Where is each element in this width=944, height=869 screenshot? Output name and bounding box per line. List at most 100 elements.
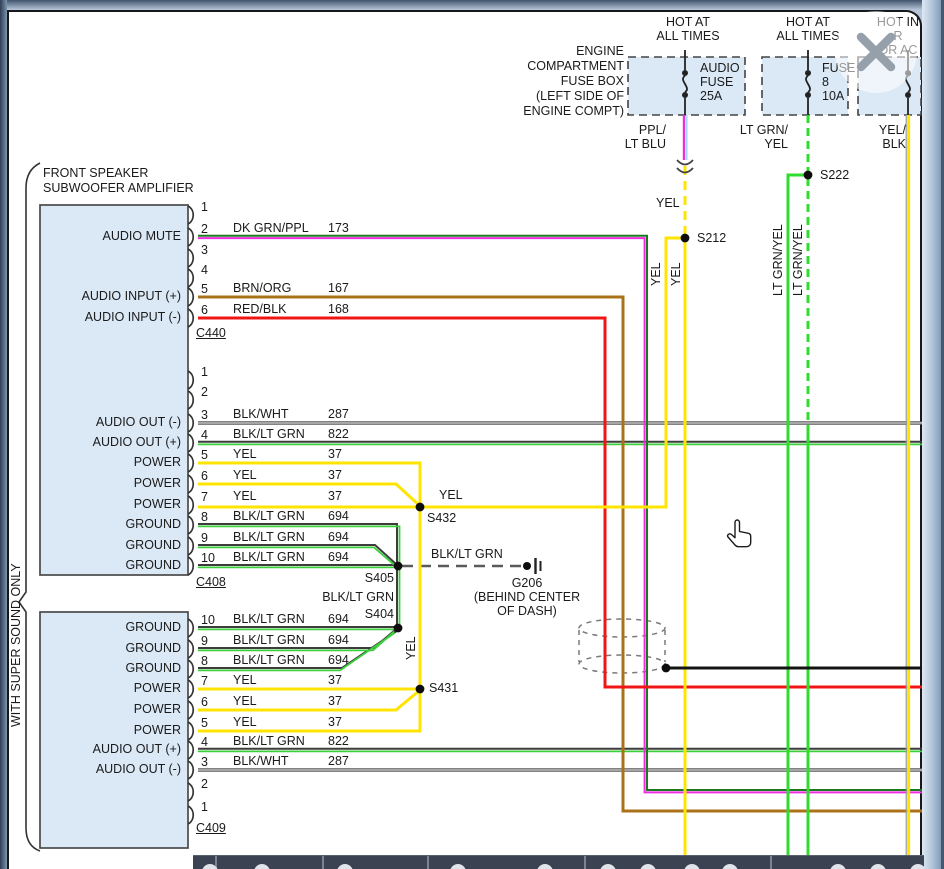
toolbar-icon[interactable] <box>450 864 466 869</box>
toolbar-icon[interactable] <box>830 864 846 869</box>
pin-function: GROUND <box>40 538 181 552</box>
toolbar-icon[interactable] <box>337 864 353 869</box>
screen: HOT AT ALL TIMES HOT AT ALL TIMES HOT IN… <box>0 0 944 869</box>
pin-function: AUDIO OUT (+) <box>40 435 181 449</box>
fuse-box-label: ENGINE COMPARTMENT FUSE BOX (LEFT SIDE O… <box>500 44 624 119</box>
toolbar-icon[interactable] <box>910 864 924 869</box>
pin-number: 2 <box>201 777 208 791</box>
pin-number: 5 <box>201 448 208 462</box>
wire-color: BLK/LT GRN <box>233 734 305 748</box>
toolbar-separator <box>322 856 324 869</box>
circuit-number: 694 <box>328 530 349 544</box>
wire-color: BLK/LT GRN <box>233 530 305 544</box>
circuit-number: 822 <box>328 427 349 441</box>
wire-color: BLK/WHT <box>233 754 289 768</box>
pin-function: POWER <box>40 681 181 695</box>
circuit-number: 287 <box>328 754 349 768</box>
fuse-1-label: AUDIO FUSE 25A <box>700 61 740 103</box>
wire-label-lt-grn-yel-v2: LT GRN/YEL <box>791 212 805 296</box>
pin-function: POWER <box>40 702 181 716</box>
pin-function: AUDIO OUT (+) <box>40 742 181 756</box>
circuit-number: 694 <box>328 633 349 647</box>
pin-function: GROUND <box>40 620 181 634</box>
wire-color: YEL <box>233 468 257 482</box>
toolbar-separator <box>770 856 772 869</box>
wire-color: YEL <box>233 715 257 729</box>
wire-label-yel-v2: YEL <box>669 250 683 286</box>
wire-color: RED/BLK <box>233 302 287 316</box>
toolbar-icon[interactable] <box>684 864 700 869</box>
wire-color: YEL <box>233 447 257 461</box>
pin-function: POWER <box>40 455 181 469</box>
toolbar-icon[interactable] <box>640 864 656 869</box>
pin-number: 1 <box>201 365 208 379</box>
circuit-number: 37 <box>328 715 342 729</box>
wire-color: BLK/WHT <box>233 407 289 421</box>
pin-number: 9 <box>201 634 208 648</box>
pin-number: 8 <box>201 510 208 524</box>
circuit-number: 694 <box>328 509 349 523</box>
connector-label-c408: C408 <box>196 575 226 589</box>
close-button[interactable] <box>835 11 917 93</box>
tool-icon[interactable] <box>870 864 886 869</box>
circuit-number: 694 <box>328 612 349 626</box>
pin-number: 2 <box>201 385 208 399</box>
wire-label-ppl-lt-blu: PPL/ LT BLU <box>600 123 666 151</box>
pin-function: GROUND <box>40 641 181 655</box>
circuit-number: 37 <box>328 673 342 687</box>
wire-label-yel-blk: YEL/ BLK <box>843 123 906 151</box>
circuit-number: 168 <box>328 302 349 316</box>
circuit-number: 287 <box>328 407 349 421</box>
circuit-number: 694 <box>328 550 349 564</box>
wire-color: YEL <box>233 694 257 708</box>
pin-function: POWER <box>40 476 181 490</box>
ground-id-label: G206 <box>452 576 602 590</box>
close-icon <box>835 11 917 93</box>
scrollbar[interactable] <box>922 0 944 869</box>
pin-number: 5 <box>201 716 208 730</box>
circuit-number: 37 <box>328 694 342 708</box>
pin-number: 9 <box>201 531 208 545</box>
wire-color: BLK/LT GRN <box>233 633 305 647</box>
pin-function: GROUND <box>40 661 181 675</box>
pin-number: 7 <box>201 490 208 504</box>
pin-number: 4 <box>201 263 208 277</box>
option-note: WITH SUPER SOUND ONLY <box>9 522 23 727</box>
wire-label-yel-v3: YEL <box>404 622 418 660</box>
ground-location-label: (BEHIND CENTER OF DASH) <box>452 590 602 618</box>
circuit-number: 822 <box>328 734 349 748</box>
pin-number: 10 <box>201 551 215 565</box>
pin-number: 8 <box>201 654 208 668</box>
wire-color: YEL <box>233 489 257 503</box>
pin-number: 3 <box>201 755 208 769</box>
pin-function: POWER <box>40 497 181 511</box>
wire-color: BLK/LT GRN <box>233 612 305 626</box>
pin-number: 7 <box>201 674 208 688</box>
pin-number: 6 <box>201 303 208 317</box>
wire-label-lt-grn-yel-v1: LT GRN/YEL <box>771 212 785 296</box>
wire-label-yel-v1: YEL <box>649 250 663 286</box>
wire-color: BLK/LT GRN <box>233 653 305 667</box>
toolbar-icon[interactable] <box>254 864 270 869</box>
toolbar-icon[interactable] <box>722 864 738 869</box>
circuit-number: 37 <box>328 468 342 482</box>
splice-s222-label: S222 <box>820 168 849 182</box>
splice-s431-label: S431 <box>429 681 458 695</box>
pin-number: 1 <box>201 800 208 814</box>
pin-function: AUDIO MUTE <box>40 229 181 243</box>
wire-color: DK GRN/PPL <box>233 221 309 235</box>
pin-function: POWER <box>40 723 181 737</box>
toolbar-icon[interactable] <box>600 864 616 869</box>
circuit-number: 167 <box>328 281 349 295</box>
hot-label-1: HOT AT ALL TIMES <box>646 15 730 43</box>
pin-function: AUDIO OUT (-) <box>40 762 181 776</box>
wire-label-jumper: BLK/LT GRN <box>298 590 394 604</box>
pin-function: GROUND <box>40 517 181 531</box>
wire-label-yel-s432: YEL <box>439 488 463 502</box>
toolbar-icon[interactable] <box>537 864 553 869</box>
amplifier-title: FRONT SPEAKER SUBWOOFER AMPLIFIER <box>43 166 194 196</box>
wire-color: BLK/LT GRN <box>233 550 305 564</box>
circuit-number: 37 <box>328 489 342 503</box>
pin-number: 2 <box>201 222 208 236</box>
pin-number: 6 <box>201 469 208 483</box>
